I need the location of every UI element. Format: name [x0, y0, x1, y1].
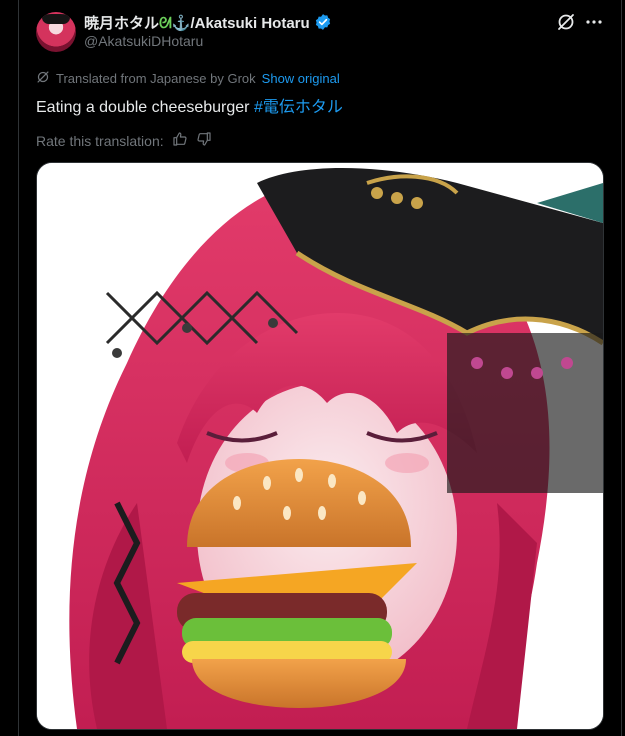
verified-badge-icon[interactable]	[314, 13, 332, 35]
tweet-image[interactable]	[36, 162, 604, 730]
display-name-text: 暁月ホタル	[84, 15, 160, 32]
tweet-body: Eating a double cheeseburger	[36, 99, 254, 116]
author-handle[interactable]: @AkatsukiDHotaru	[84, 33, 203, 49]
thumbs-up-icon[interactable]	[172, 131, 188, 150]
translation-notice: Translated from Japanese by Grok Show or…	[36, 70, 340, 87]
hashtag-link[interactable]: #電伝ホタル	[254, 99, 343, 116]
display-name-suffix: /Akatsuki Hotaru	[190, 15, 310, 32]
artwork-illustration	[37, 163, 603, 729]
translation-notice-text: Translated from Japanese by Grok	[56, 71, 256, 86]
anchor-emoji-icon: ⚓	[171, 15, 191, 32]
author-display-name[interactable]: 暁月ホタルᘛ⚓/Akatsuki Hotaru	[84, 12, 332, 35]
rate-translation: Rate this translation:	[36, 131, 212, 150]
grok-icon[interactable]	[556, 12, 576, 32]
rate-label: Rate this translation:	[36, 132, 164, 149]
grok-small-icon	[36, 70, 50, 87]
leaf-emoji-icon: ᘛ	[159, 15, 172, 32]
thumbs-down-icon[interactable]	[196, 131, 212, 150]
avatar[interactable]	[36, 12, 76, 52]
show-original-link[interactable]: Show original	[262, 71, 340, 86]
more-icon[interactable]	[584, 12, 604, 32]
tweet-text: Eating a double cheeseburger #電伝ホタル	[36, 93, 343, 117]
